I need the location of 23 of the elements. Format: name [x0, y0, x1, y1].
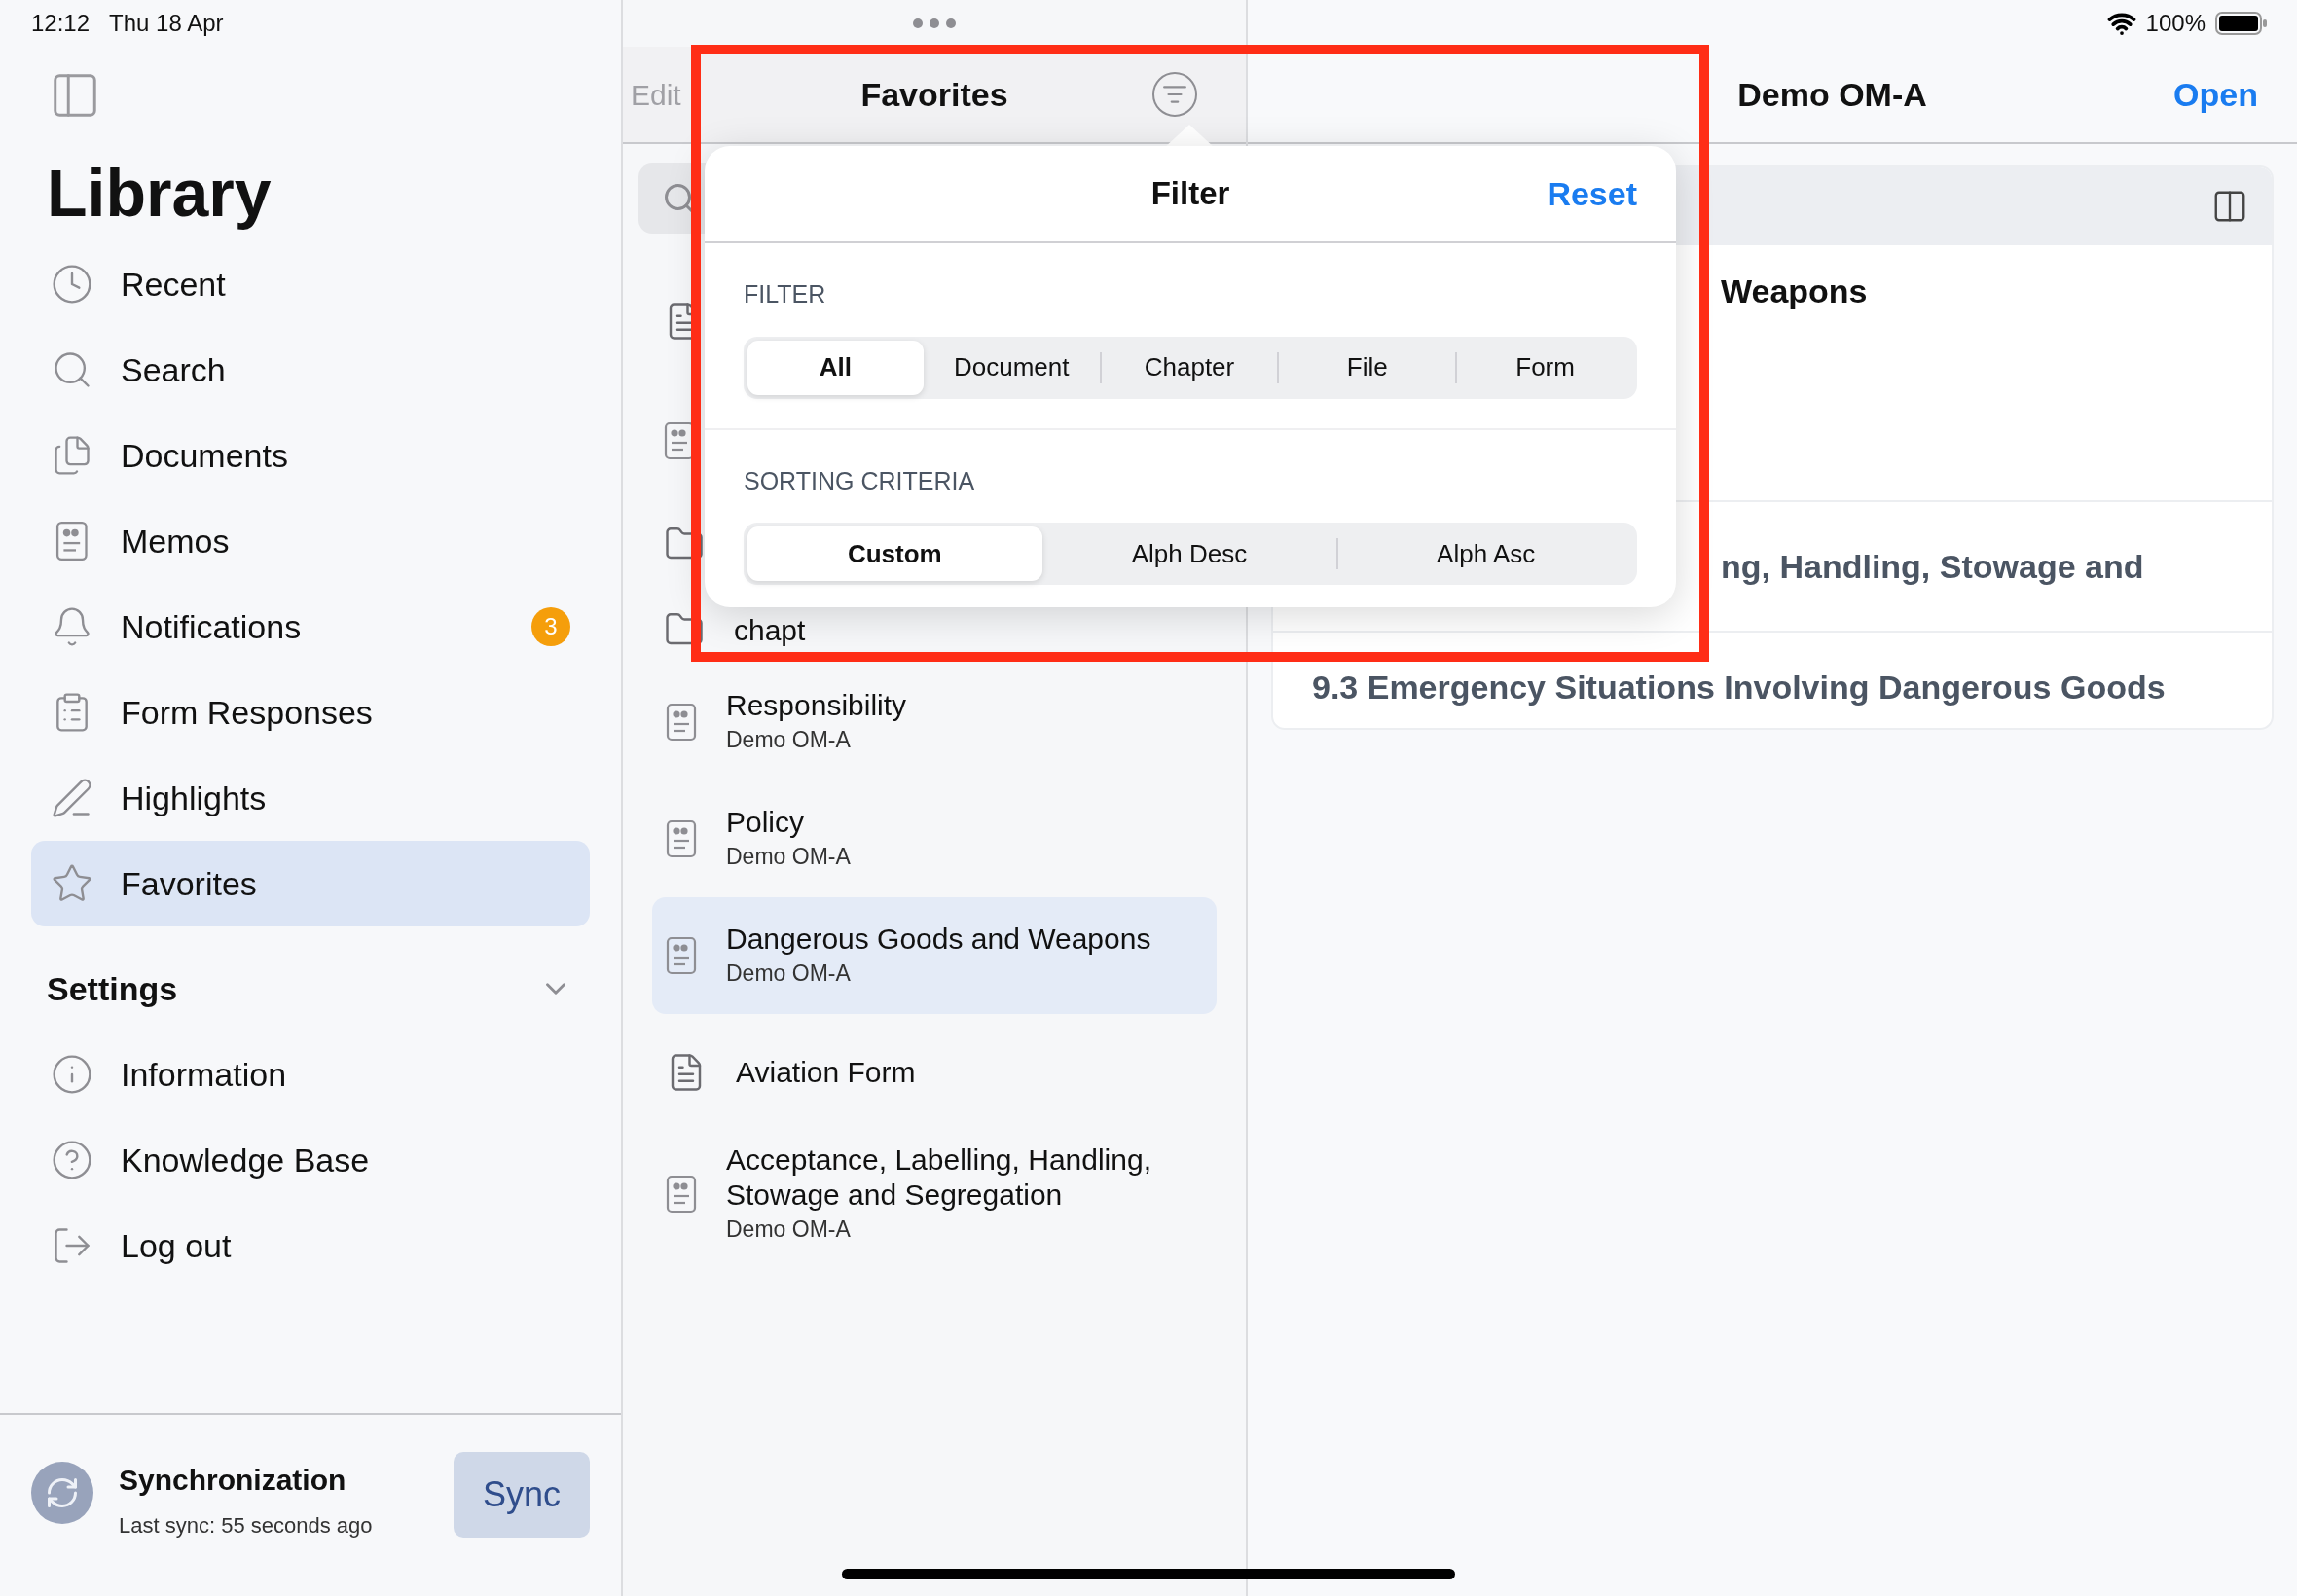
status-date: Thu 18 Apr — [109, 9, 224, 38]
row-subtitle: Demo OM-A — [726, 1215, 852, 1244]
notification-badge: 3 — [531, 607, 570, 646]
sorting-label: SORTING CRITERIA — [744, 465, 976, 496]
library-title: Library — [46, 155, 273, 232]
filter-label: FILTER — [744, 279, 827, 309]
row-subtitle: Demo OM-A — [726, 842, 852, 871]
row-title: Responsibility — [726, 687, 908, 723]
status-time: 12:12 — [31, 9, 91, 38]
list-title: Favorites — [859, 74, 1009, 115]
detail-title: Demo OM-A — [1737, 74, 1927, 115]
row-title: Aviation Form — [736, 1055, 917, 1090]
row-title: Acceptance, Labelling, Handling, Stowage and Segregation — [726, 1143, 1152, 1213]
sync-subtitle: Last sync: 55 seconds ago — [119, 1512, 374, 1540]
popover-title: Filter — [1150, 174, 1230, 214]
row-subtitle: Demo OM-A — [726, 725, 852, 754]
row-subtitle: Demo OM-A — [726, 959, 852, 988]
battery-percent: 100% — [2145, 9, 2206, 38]
row-title: Dangerous Goods and Weapons — [726, 921, 1152, 957]
sync-title: Synchronization — [119, 1463, 347, 1498]
settings-heading: Settings — [47, 968, 178, 1009]
row-title: Policy — [726, 804, 806, 840]
detail-heading: Weapons — [1721, 272, 1868, 311]
